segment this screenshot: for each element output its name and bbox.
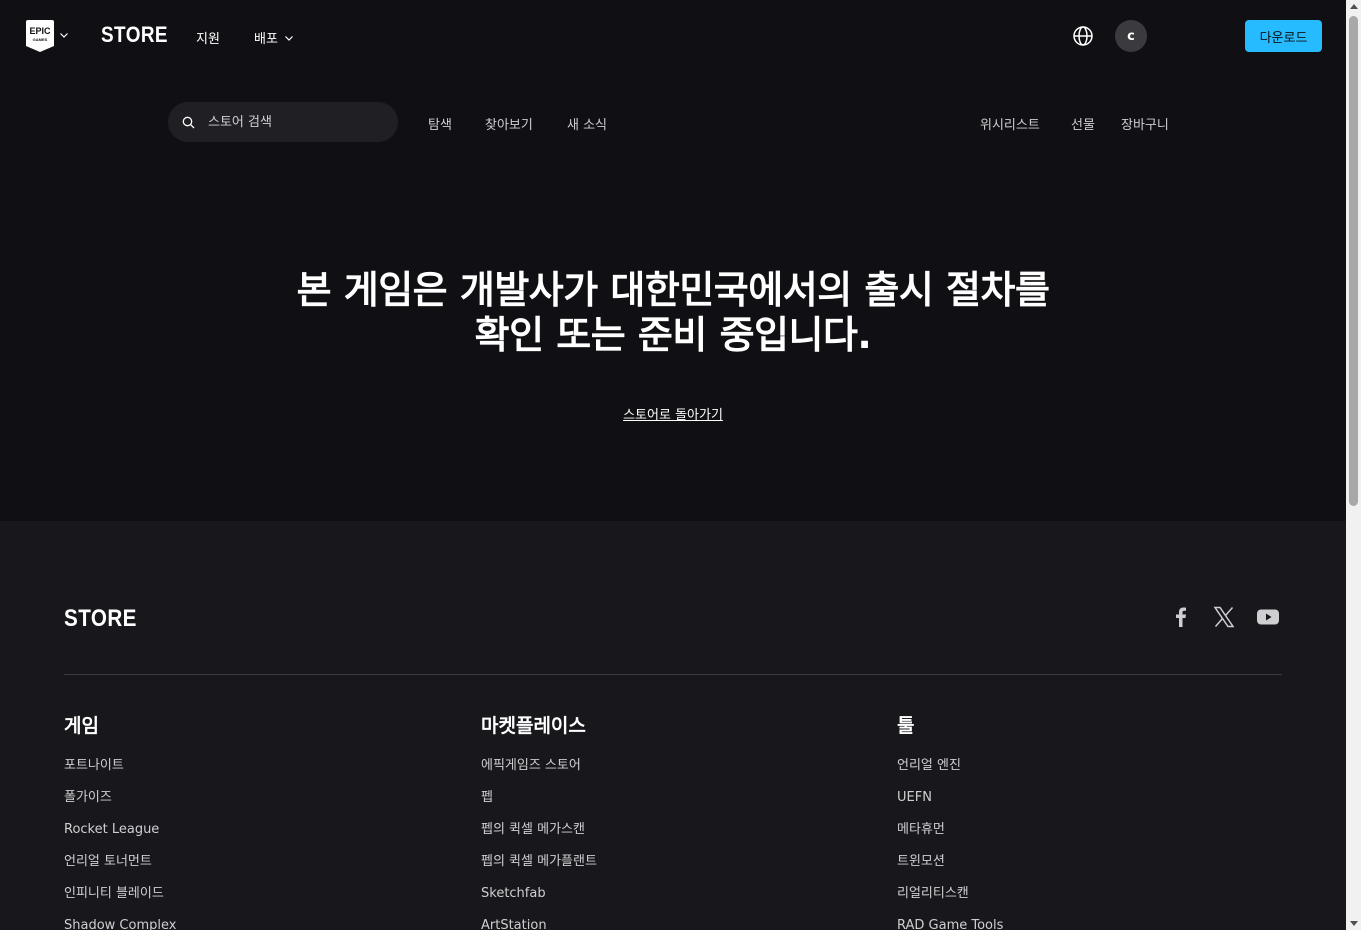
globe-icon[interactable] [1072,25,1094,47]
title-line-2: 확인 또는 준비 중입니다. [474,313,872,357]
youtube-icon[interactable] [1256,605,1280,629]
footer-list-games: 포트나이트 폴가이즈 Rocket League 언리얼 토너먼트 인피니티 블… [64,757,176,930]
footer-heading-games: 게임 [64,715,99,737]
back-link-row: 스토어로 돌아가기 [0,404,1346,423]
footer-link[interactable]: 펩 [481,789,597,821]
facebook-icon[interactable] [1169,605,1193,629]
nav-support-link[interactable]: 지원 [196,28,220,47]
search-icon [182,116,195,129]
scroll-down-arrow-icon[interactable] [1350,921,1358,926]
back-to-store-link[interactable]: 스토어로 돌아가기 [623,408,723,423]
subnav-discover[interactable]: 탐색 [428,114,452,133]
footer-link[interactable]: 메타휴먼 [897,821,1003,853]
chevron-down-icon [284,35,293,41]
logo-subtext: GAMES [33,37,48,42]
footer-link[interactable]: 트윈모션 [897,853,1003,885]
logo-text: EPIC [29,26,51,36]
footer-link[interactable]: 포트나이트 [64,757,176,789]
footer-link[interactable]: Shadow Complex [64,917,176,930]
page: EPIC GAMES STORE 지원 배포 c 다운로드 탐색 [0,0,1346,930]
download-button[interactable]: 다운로드 [1245,20,1322,52]
x-icon[interactable] [1212,605,1236,629]
footer-link[interactable]: Rocket League [64,821,176,853]
store-wordmark[interactable]: STORE [101,22,168,48]
nav-distribute-link[interactable]: 배포 [254,28,294,47]
footer-list-tools: 언리얼 엔진 UEFN 메타휴먼 트윈모션 리얼리티스캔 RAD Game To… [897,757,1003,930]
footer-divider [64,674,1282,675]
footer-store-wordmark[interactable]: STORE [64,605,137,633]
footer-link[interactable]: 언리얼 엔진 [897,757,1003,789]
epic-games-logo[interactable]: EPIC GAMES [26,20,54,52]
footer-link[interactable]: 리얼리티스캔 [897,885,1003,917]
footer-link[interactable]: ArtStation [481,917,597,930]
chevron-down-icon[interactable] [59,30,69,40]
footer-link[interactable]: UEFN [897,789,1003,821]
store-search[interactable] [168,102,398,142]
page-scrollbar[interactable] [1346,0,1361,930]
subnav-browse[interactable]: 찾아보기 [485,114,533,133]
subnav-cart[interactable]: 장바구니 [1121,114,1169,133]
footer-link[interactable]: 폴가이즈 [64,789,176,821]
footer-link[interactable]: 에픽게임즈 스토어 [481,757,597,789]
footer-link[interactable]: 인피니티 블레이드 [64,885,176,917]
scrollbar-thumb[interactable] [1349,16,1358,506]
subnav-wishlist[interactable]: 위시리스트 [980,114,1040,133]
title-line-1: 본 게임은 개발사가 대한민국에서의 출시 절차를 [296,268,1050,312]
scroll-up-arrow-icon[interactable] [1350,4,1358,9]
top-nav: EPIC GAMES STORE 지원 배포 c 다운로드 [0,0,1346,72]
user-avatar[interactable]: c [1115,20,1147,52]
footer-link[interactable]: RAD Game Tools [897,917,1003,930]
footer-heading-marketplace: 마켓플레이스 [481,715,586,737]
nav-distribute-label: 배포 [254,32,278,47]
footer-link[interactable]: 펩의 퀵셀 메가스캔 [481,821,597,853]
footer-list-marketplace: 에픽게임즈 스토어 펩 펩의 퀵셀 메가스캔 펩의 퀵셀 메가플랜트 Sketc… [481,757,597,930]
subnav-gifts[interactable]: 선물 [1071,114,1095,133]
footer-link[interactable]: Sketchfab [481,885,597,917]
footer: STORE 게임 포트나이트 폴가이즈 Rocket League 언리얼 토너… [0,521,1346,930]
subnav-news[interactable]: 새 소식 [567,114,607,133]
page-title: 본 게임은 개발사가 대한민국에서의 출시 절차를 확인 또는 준비 중입니다. [173,268,1173,358]
footer-heading-tools: 툴 [897,715,915,737]
footer-link[interactable]: 펩의 퀵셀 메가플랜트 [481,853,597,885]
footer-link[interactable]: 언리얼 토너먼트 [64,853,176,885]
search-input[interactable] [208,102,388,142]
